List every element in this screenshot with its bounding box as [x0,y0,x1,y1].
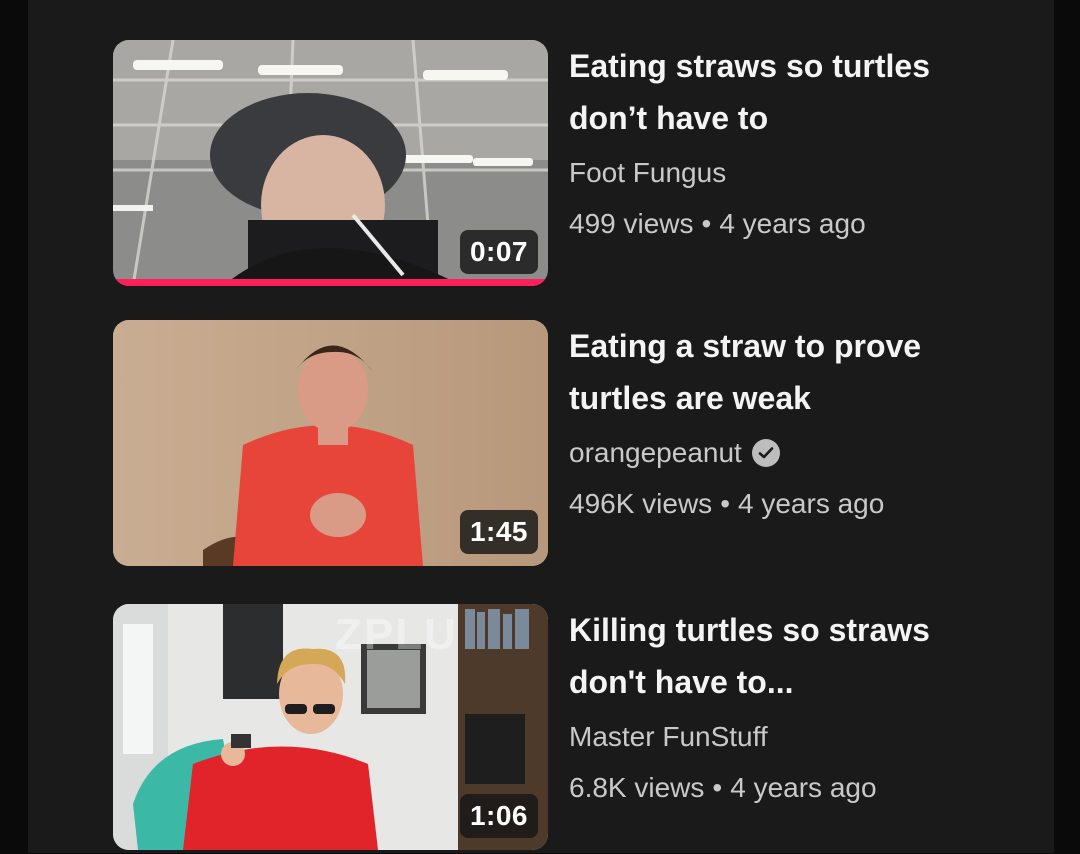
channel-name[interactable]: orangepeanut [569,428,1039,478]
watch-progress-bar [113,279,548,286]
channel-name[interactable]: Master FunStuff [569,712,1039,762]
separator-dot: • [701,208,712,239]
video-item[interactable]: ZPLU 1:06 Killing turtles so straws don'… [28,604,1054,854]
video-item[interactable]: 1:45 Eating a straw to prove turtles are… [28,320,1054,570]
video-metadata: Eating a straw to prove turtles are weak… [569,320,1039,530]
video-title[interactable]: Eating straws so turtles don’t have to [569,40,1039,144]
video-metadata: Killing turtles so straws don't have to.… [569,604,1039,814]
channel-label: orangepeanut [569,437,742,468]
watermark: ZPLU [335,610,458,659]
video-title[interactable]: Killing turtles so straws don't have to.… [569,604,1039,708]
video-metadata: Eating straws so turtles don’t have to F… [569,40,1039,250]
duration-badge: 1:45 [459,510,538,554]
channel-label: Master FunStuff [569,721,768,752]
view-count: 499 views [569,208,694,239]
upload-age: 4 years ago [738,488,885,519]
upload-age: 4 years ago [730,772,877,803]
duration-badge: 0:07 [459,230,538,274]
video-thumbnail[interactable]: 1:45 [113,320,548,566]
separator-dot: • [720,488,730,519]
video-results-list: 0:07 Eating straws so turtles don’t have… [28,0,1054,853]
check-circle-icon [751,439,780,467]
video-title-line: don't have to... [569,664,794,700]
upload-age: 4 years ago [719,208,866,239]
channel-label: Foot Fungus [569,157,727,188]
video-thumbnail[interactable]: 0:07 [113,40,548,286]
video-title-line: turtles are weak [569,380,811,416]
video-item[interactable]: 0:07 Eating straws so turtles don’t have… [28,40,1054,290]
view-count: 6.8K views [569,772,705,803]
video-title-line: Killing turtles so straws [569,612,930,648]
video-stats: 499 views • 4 years ago [569,198,1039,250]
duration-badge: 1:06 [459,794,538,838]
video-title[interactable]: Eating a straw to prove turtles are weak [569,320,1039,424]
video-title-line: Eating a straw to prove [569,328,922,364]
video-title-line: don’t have to [569,100,769,136]
channel-name[interactable]: Foot Fungus [569,148,1039,198]
separator-dot: • [712,772,723,803]
video-thumbnail[interactable]: ZPLU 1:06 [113,604,548,850]
video-title-line: Eating straws so turtles [569,48,930,84]
video-stats: 6.8K views • 4 years ago [569,762,1039,814]
view-count: 496K views [569,488,713,519]
video-stats: 496K views • 4 years ago [569,478,1039,530]
